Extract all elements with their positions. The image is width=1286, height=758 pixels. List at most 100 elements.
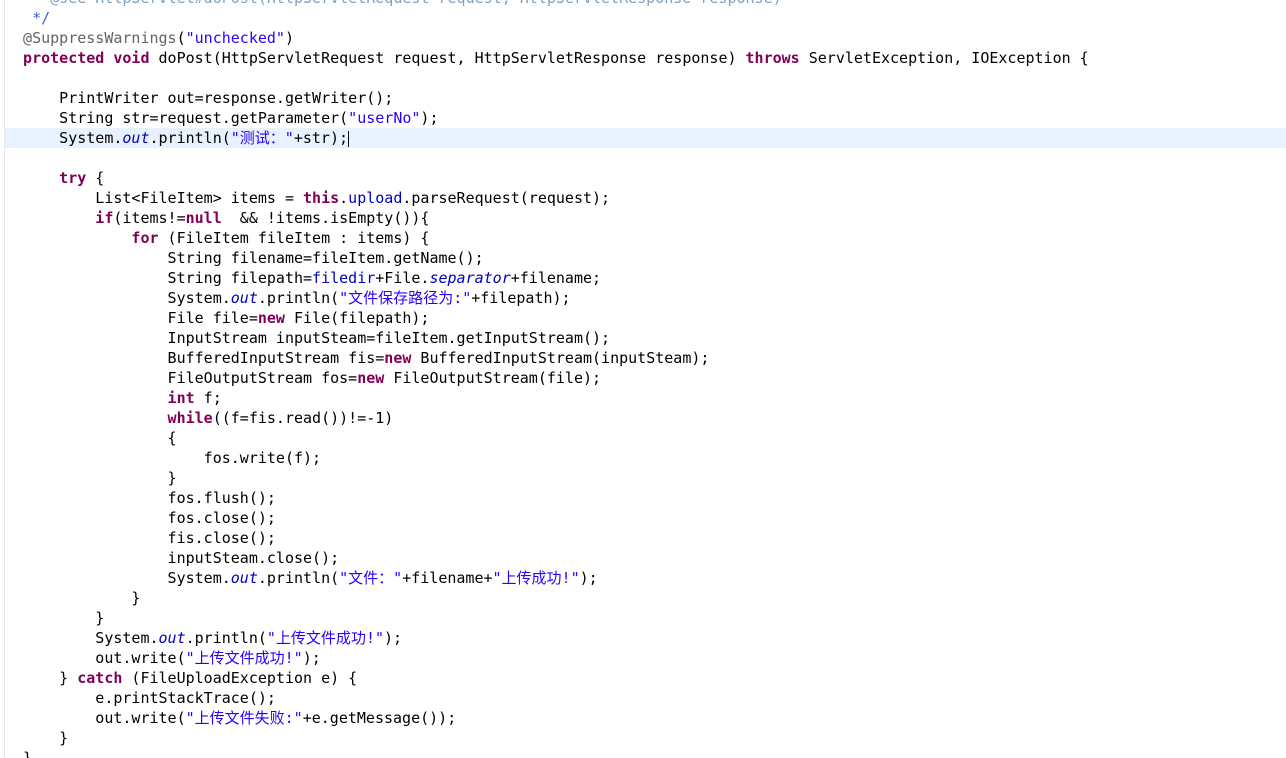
code-text: .println( bbox=[257, 569, 340, 587]
code-text: .println( bbox=[149, 129, 231, 147]
code-line[interactable] bbox=[5, 68, 1286, 88]
field-ref: upload bbox=[348, 189, 403, 207]
code-text: ((f=fis.read())!=-1) bbox=[212, 409, 394, 427]
field-ref: filedir bbox=[312, 269, 376, 287]
code-line[interactable]: PrintWriter out=response.getWriter(); bbox=[5, 88, 1286, 108]
keyword: int bbox=[5, 389, 195, 407]
code-text: .parseRequest(request); bbox=[402, 189, 611, 207]
string-literal: "上传文件成功!" bbox=[266, 629, 384, 647]
code-text: String filepath= bbox=[5, 269, 313, 287]
code-line[interactable]: if(items!=null && !items.isEmpty()){ bbox=[5, 208, 1286, 228]
static-field-ref: out bbox=[122, 129, 150, 147]
string-literal: "userNo" bbox=[348, 109, 421, 127]
keyword: for bbox=[5, 229, 159, 247]
code-line[interactable]: } catch (FileUploadException e) { bbox=[5, 668, 1286, 688]
code-text: System. bbox=[5, 289, 231, 307]
code-text: ); bbox=[302, 649, 321, 667]
code-line[interactable]: e.printStackTrace(); bbox=[5, 688, 1286, 708]
code-line[interactable]: } bbox=[5, 588, 1286, 608]
code-text: ( bbox=[176, 29, 186, 47]
code-line[interactable]: { bbox=[5, 428, 1286, 448]
code-text: e.printStackTrace(); bbox=[5, 689, 276, 707]
code-line[interactable]: while((f=fis.read())!=-1) bbox=[5, 408, 1286, 428]
keyword: protected bbox=[5, 49, 105, 67]
code-line[interactable]: int f; bbox=[5, 388, 1286, 408]
code-line[interactable]: * @see HttpServlet#doPost(HttpServletReq… bbox=[5, 0, 1286, 8]
code-text: InputStream inputSteam=fileItem.getInput… bbox=[5, 329, 611, 347]
code-line[interactable]: fos.write(f); bbox=[5, 448, 1286, 468]
code-line[interactable]: } bbox=[5, 748, 1286, 758]
code-text: ) bbox=[284, 29, 294, 47]
code-line[interactable]: BufferedInputStream fis=new BufferedInpu… bbox=[5, 348, 1286, 368]
keyword: try bbox=[5, 169, 87, 187]
code-text: } bbox=[5, 469, 177, 487]
code-line[interactable]: */ bbox=[5, 8, 1286, 28]
code-line[interactable]: InputStream inputSteam=fileItem.getInput… bbox=[5, 328, 1286, 348]
code-line[interactable]: String filename=fileItem.getName(); bbox=[5, 248, 1286, 268]
string-literal: "上传文件成功!" bbox=[185, 649, 303, 667]
string-literal: "文件保存路径为:" bbox=[339, 289, 472, 307]
code-text: } bbox=[5, 609, 105, 627]
keyword: new bbox=[357, 369, 385, 387]
code-line[interactable] bbox=[5, 148, 1286, 168]
text-caret bbox=[348, 130, 350, 147]
code-line[interactable]: fis.close(); bbox=[5, 528, 1286, 548]
code-line[interactable]: List<FileItem> items = this.upload.parse… bbox=[5, 188, 1286, 208]
static-field-ref: separator bbox=[429, 269, 511, 287]
code-line[interactable]: @SuppressWarnings("unchecked") bbox=[5, 28, 1286, 48]
code-text: fis.close(); bbox=[5, 529, 276, 547]
code-text: BufferedInputStream(inputSteam); bbox=[411, 349, 710, 367]
code-line[interactable]: System.out.println("上传文件成功!"); bbox=[5, 628, 1286, 648]
code-editor[interactable]: * @see HttpServlet#doPost(HttpServletReq… bbox=[0, 0, 1286, 758]
code-text: ); bbox=[384, 629, 403, 647]
code-line[interactable]: File file=new File(filepath); bbox=[5, 308, 1286, 328]
code-line[interactable]: } bbox=[5, 728, 1286, 748]
code-line[interactable]: protected void doPost(HttpServletRequest… bbox=[5, 48, 1286, 68]
code-line[interactable]: fos.close(); bbox=[5, 508, 1286, 528]
string-literal: "上传文件失败:" bbox=[185, 709, 303, 727]
code-line[interactable]: System.out.println("文件保存路径为:"+filepath); bbox=[5, 288, 1286, 308]
code-line[interactable]: for (FileItem fileItem : items) { bbox=[5, 228, 1286, 248]
code-line[interactable]: } bbox=[5, 468, 1286, 488]
keyword: new bbox=[384, 349, 412, 367]
code-text: out.write( bbox=[5, 709, 186, 727]
code-text: System. bbox=[5, 129, 123, 147]
code-text: PrintWriter out=response.getWriter(); bbox=[5, 89, 394, 107]
code-line[interactable]: out.write("上传文件失败:"+e.getMessage()); bbox=[5, 708, 1286, 728]
code-text: ServletException, IOException { bbox=[799, 49, 1089, 67]
code-text: } bbox=[5, 729, 69, 747]
code-line[interactable]: try { bbox=[5, 168, 1286, 188]
keyword: catch bbox=[77, 669, 123, 687]
code-line[interactable]: fos.flush(); bbox=[5, 488, 1286, 508]
string-literal: "文件：" bbox=[339, 569, 403, 587]
code-text: FileOutputStream(file); bbox=[384, 369, 602, 387]
code-line[interactable]: inputSteam.close(); bbox=[5, 548, 1286, 568]
keyword: void bbox=[113, 49, 150, 67]
string-literal: "测试：" bbox=[230, 129, 294, 147]
static-field-ref: out bbox=[230, 569, 258, 587]
comment: * @see HttpServlet#doPost(HttpServletReq… bbox=[5, 0, 782, 7]
code-line[interactable]: System.out.println("测试："+str); bbox=[5, 128, 1286, 148]
code-line[interactable]: out.write("上传文件成功!"); bbox=[5, 648, 1286, 668]
static-field-ref: out bbox=[158, 629, 186, 647]
code-text: String filename=fileItem.getName(); bbox=[5, 249, 484, 267]
code-text: System. bbox=[5, 569, 231, 587]
code-text: +File. bbox=[375, 269, 430, 287]
code-text: (FileItem fileItem : items) { bbox=[158, 229, 430, 247]
code-area[interactable]: * @see HttpServlet#doPost(HttpServletReq… bbox=[5, 0, 1286, 758]
annotation: @SuppressWarnings bbox=[5, 29, 177, 47]
keyword: null bbox=[185, 209, 222, 227]
code-text: { bbox=[86, 169, 105, 187]
code-text: f; bbox=[194, 389, 222, 407]
code-line[interactable]: } bbox=[5, 608, 1286, 628]
keyword: while bbox=[5, 409, 213, 427]
code-line[interactable]: String filepath=filedir+File.separator+f… bbox=[5, 268, 1286, 288]
code-line[interactable]: System.out.println("文件："+filename+"上传成功!… bbox=[5, 568, 1286, 588]
code-text: fos.write(f); bbox=[5, 449, 322, 467]
code-text: +filename; bbox=[510, 269, 602, 287]
code-line[interactable]: String str=request.getParameter("userNo"… bbox=[5, 108, 1286, 128]
code-line[interactable]: FileOutputStream fos=new FileOutputStrea… bbox=[5, 368, 1286, 388]
string-literal: "上传成功!" bbox=[492, 569, 580, 587]
code-text: File file= bbox=[5, 309, 258, 327]
keyword: this bbox=[303, 189, 340, 207]
